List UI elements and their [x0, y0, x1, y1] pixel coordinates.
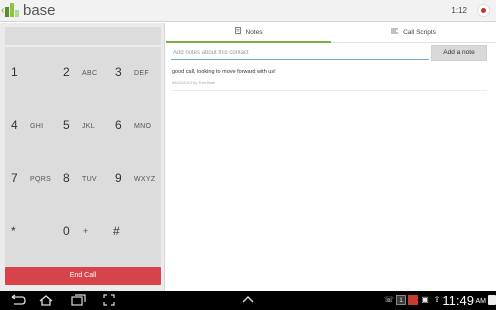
key-letters: JKL: [82, 123, 95, 130]
action-bar: ‹ base 1:12: [0, 0, 496, 22]
key-digit: #: [113, 224, 120, 238]
system-clock-ampm: AM: [475, 298, 487, 305]
number-display[interactable]: [5, 27, 161, 45]
phone-icon: ☏: [384, 295, 395, 304]
notes-input[interactable]: [171, 46, 429, 60]
key-digit: 1: [11, 65, 18, 79]
upload-icon: ⇪: [433, 295, 441, 304]
tab-bar: Notes Call Scripts: [166, 23, 496, 43]
note-meta: 06/21/2013 by Tom Burk: [172, 80, 216, 85]
note-text: good call, looking to move forward with …: [172, 69, 276, 75]
system-clock: 11:49: [442, 293, 474, 308]
key-0[interactable]: 0 +: [57, 206, 109, 259]
back-arrow-icon[interactable]: [8, 294, 26, 307]
key-digit: 2: [63, 65, 70, 79]
screenshot-icon[interactable]: [103, 294, 115, 307]
dialer-panel: 1 2 ABC 3 DEF 4 GHI 5 JKL 6 MNO 7 PQRS 8: [0, 23, 165, 291]
key-6[interactable]: 6 MNO: [109, 100, 161, 153]
key-star[interactable]: *: [5, 206, 57, 259]
note-item: good call, looking to move forward with …: [171, 67, 487, 91]
chevron-left-icon[interactable]: ‹: [1, 5, 4, 17]
image-icon: ▣: [421, 295, 429, 304]
key-letters: WXYZ: [134, 176, 156, 183]
list-icon: [391, 23, 399, 42]
back-icon[interactable]: [38, 294, 54, 307]
document-icon: [234, 23, 241, 42]
key-letters: MNO: [134, 123, 152, 130]
notification-icon: 1: [396, 295, 406, 305]
key-plus-label: +: [83, 226, 89, 236]
key-digit: 3: [115, 65, 122, 79]
keypad: 1 2 ABC 3 DEF 4 GHI 5 JKL 6 MNO 7 PQRS 8: [5, 47, 161, 283]
tab-call-scripts-label: Call Scripts: [403, 29, 436, 36]
key-digit: 4: [11, 118, 18, 132]
tab-notes-label: Notes: [245, 29, 263, 36]
key-8[interactable]: 8 TUV: [57, 153, 109, 206]
key-7[interactable]: 7 PQRS: [5, 153, 57, 206]
media-icon: [408, 295, 418, 305]
system-nav-bar: ☏ 1 ▣ ⇪ 11:49 AM: [0, 291, 496, 310]
key-3[interactable]: 3 DEF: [109, 47, 161, 100]
tab-notes[interactable]: Notes: [166, 23, 331, 43]
key-digit: 8: [63, 171, 70, 185]
key-letters: GHI: [30, 123, 44, 130]
call-timer: 1:12: [451, 6, 467, 15]
key-digit: 9: [115, 171, 122, 185]
end-call-button[interactable]: End Call: [5, 267, 161, 285]
key-digit: *: [11, 224, 16, 238]
up-arrow-icon[interactable]: [242, 294, 254, 307]
key-9[interactable]: 9 WXYZ: [109, 153, 161, 206]
tab-call-scripts[interactable]: Call Scripts: [331, 23, 496, 43]
key-2[interactable]: 2 ABC: [57, 47, 109, 100]
key-digit: 7: [11, 171, 18, 185]
key-5[interactable]: 5 JKL: [57, 100, 109, 153]
key-letters: TUV: [82, 176, 97, 183]
app-title: base: [23, 2, 56, 19]
recent-apps-icon[interactable]: [71, 294, 86, 307]
key-letters: ABC: [82, 70, 98, 77]
key-letters: DEF: [134, 70, 149, 77]
record-icon[interactable]: [477, 4, 490, 17]
base-logo-icon[interactable]: [5, 3, 19, 18]
add-note-button[interactable]: Add a note: [431, 45, 487, 61]
key-hash[interactable]: #: [109, 206, 161, 259]
key-digit: 5: [63, 118, 70, 132]
battery-icon: [488, 295, 496, 305]
key-digit: 6: [115, 118, 122, 132]
key-digit: 0: [63, 224, 70, 238]
key-1[interactable]: 1: [5, 47, 57, 100]
key-4[interactable]: 4 GHI: [5, 100, 57, 153]
key-letters: PQRS: [30, 176, 52, 183]
